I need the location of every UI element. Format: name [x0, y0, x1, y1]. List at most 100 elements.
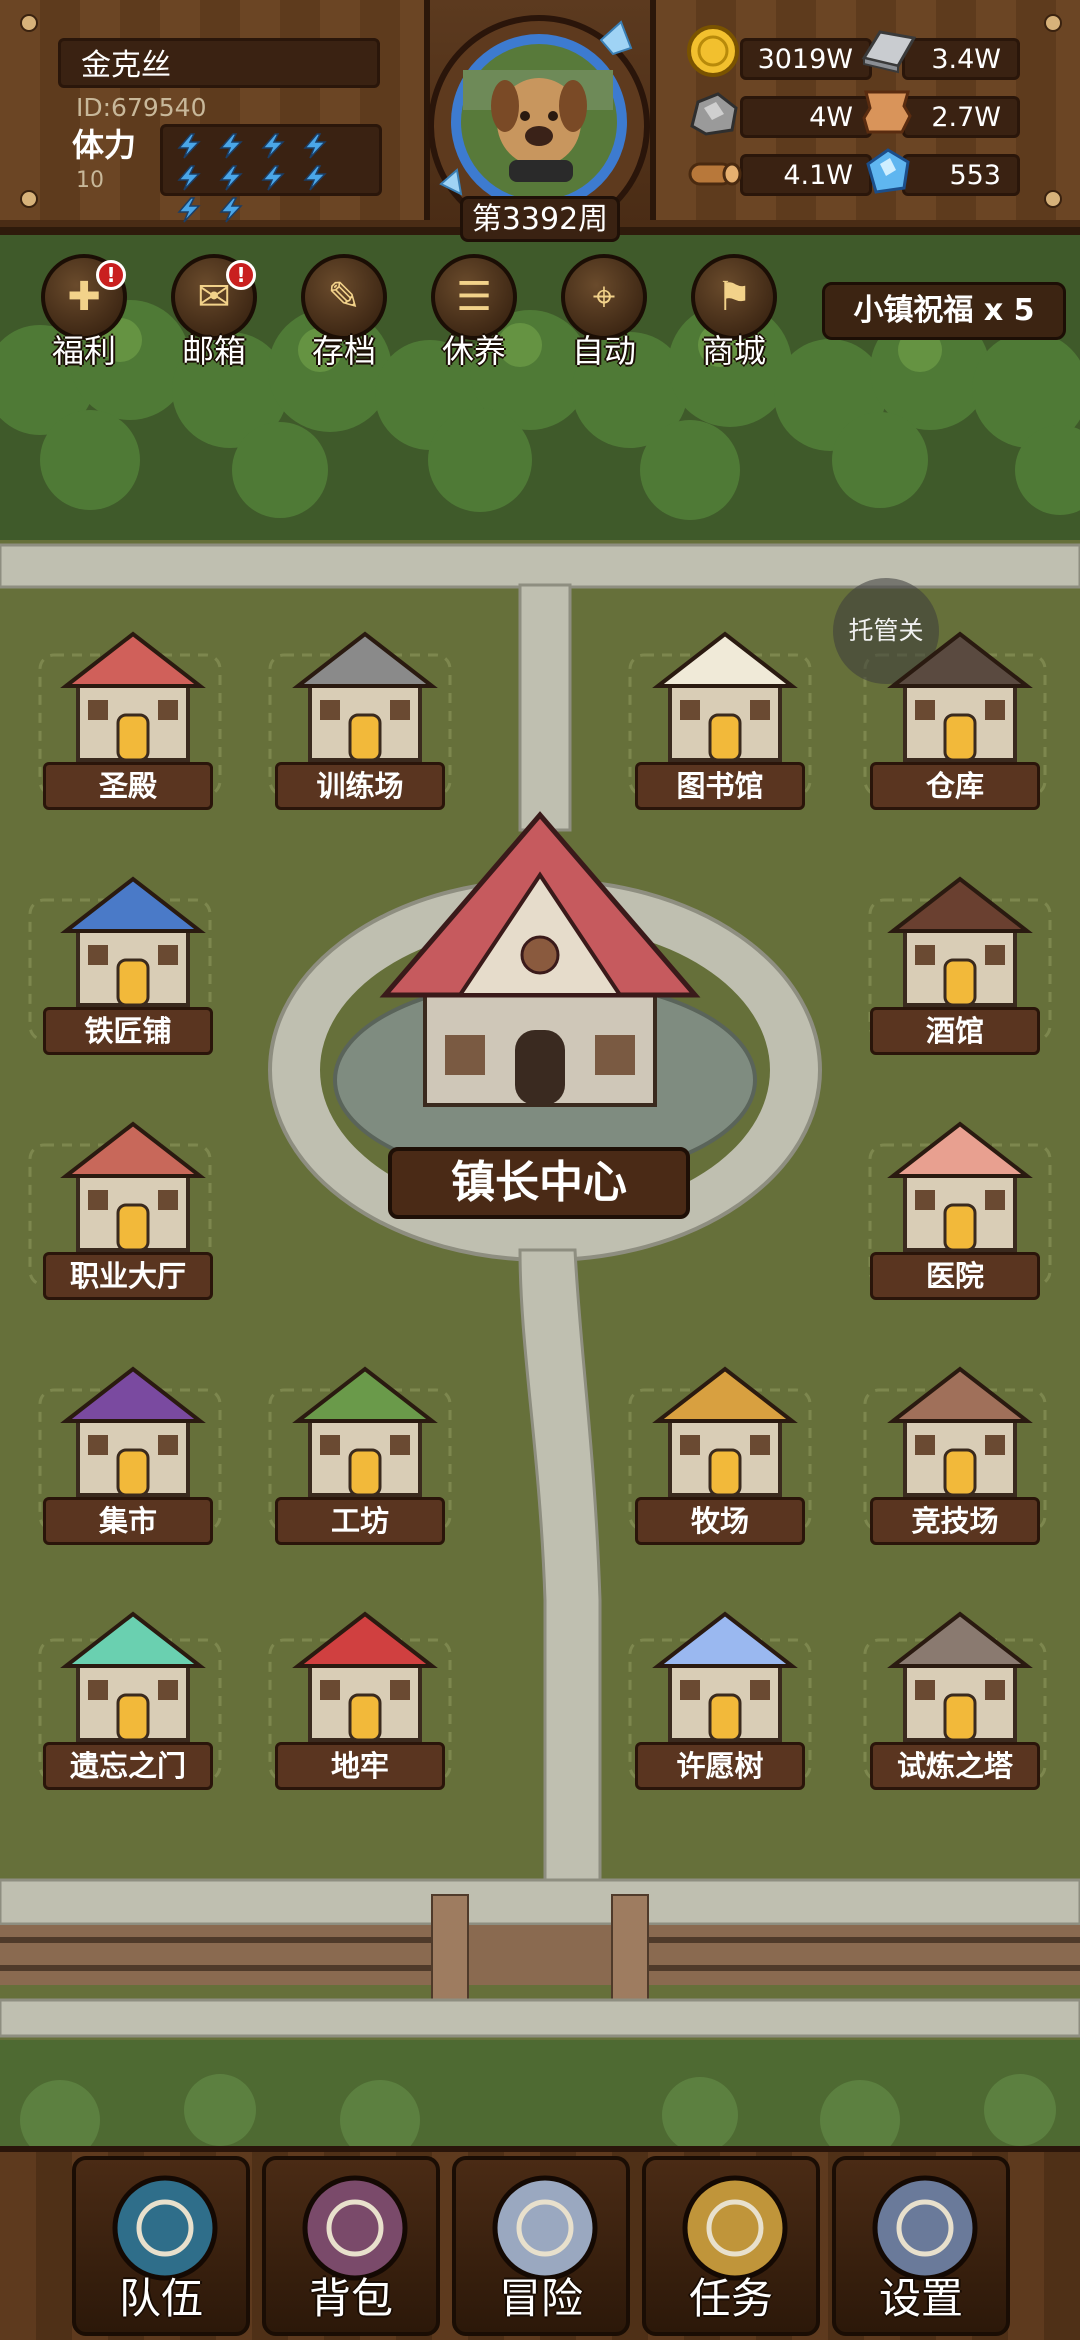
top-button-label: 邮箱 [181, 332, 246, 370]
building-6[interactable]: 职业大厅 [38, 1110, 228, 1300]
resource-wood-value: 4.1W [740, 154, 872, 196]
top-button-label: 休养 [441, 332, 506, 370]
building-label: 遗忘之门 [43, 1742, 213, 1790]
lightning-bolt-icon [213, 195, 249, 225]
building-15[interactable]: 试炼之塔 [865, 1600, 1055, 1790]
notification-badge: ! [96, 260, 126, 290]
player-name[interactable]: 金克丝 [58, 38, 380, 88]
lightning-bolt-icon [297, 163, 333, 193]
lightning-bolt-icon [255, 131, 291, 161]
resource-gold-value: 3019W [740, 38, 872, 80]
nav-0[interactable]: 队伍 [72, 2156, 250, 2336]
building-label: 铁匠铺 [43, 1007, 213, 1055]
warehouse-icon [887, 631, 1033, 762]
building-12[interactable]: 遗忘之门 [38, 1600, 228, 1790]
mayor-center-label[interactable]: 镇长中心 [388, 1147, 690, 1219]
hospital-icon [887, 1121, 1033, 1252]
building-3[interactable]: 仓库 [865, 620, 1055, 810]
building-label: 医院 [870, 1252, 1040, 1300]
ranch-icon [652, 1366, 798, 1497]
lightning-bolt-icon [171, 195, 207, 225]
training-ground-icon [292, 631, 438, 762]
nav-3[interactable]: 任务 [642, 2156, 820, 2336]
wood-log-icon [688, 162, 742, 186]
nav-label: 任务 [688, 2274, 773, 2323]
dungeon-icon [292, 1611, 438, 1742]
nav-label: 设置 [878, 2274, 963, 2323]
blacksmith-icon [60, 876, 206, 1007]
stamina-label: 体力 [72, 126, 137, 164]
nail-decoration [20, 14, 38, 32]
building-label: 职业大厅 [43, 1252, 213, 1300]
building-14[interactable]: 许愿树 [630, 1600, 820, 1790]
town-blessing-button[interactable]: 小镇祝福 x 5 [822, 282, 1066, 340]
notification-badge: ! [226, 260, 256, 290]
building-label: 许愿树 [635, 1742, 805, 1790]
building-label: 圣殿 [43, 762, 213, 810]
top-button-label: 福利 [51, 332, 116, 370]
building-label: 地牢 [275, 1742, 445, 1790]
blue-crystal-icon [866, 148, 910, 194]
top-button-2[interactable]: ✎ 存档 [294, 254, 394, 374]
top-button-label: 存档 [311, 332, 376, 370]
top-button-label: 自动 [571, 332, 636, 370]
building-label: 仓库 [870, 762, 1040, 810]
lightning-bolt-icon [297, 131, 333, 161]
building-0[interactable]: 圣殿 [38, 620, 228, 810]
temple-icon [60, 631, 206, 762]
building-4[interactable]: 铁匠铺 [38, 865, 228, 1055]
building-10[interactable]: 牧场 [630, 1355, 820, 1545]
resource-crystal-value: 553 [902, 154, 1020, 196]
building-2[interactable]: 图书馆 [630, 620, 820, 810]
nav-1[interactable]: 背包 [262, 2156, 440, 2336]
lightning-bolt-icon [213, 131, 249, 161]
top-button-label: 商城 [701, 332, 766, 370]
building-5[interactable]: 酒馆 [865, 865, 1055, 1055]
building-label: 试炼之塔 [870, 1742, 1040, 1790]
lightning-bolt-icon [213, 163, 249, 193]
top-button-3[interactable]: ☰ 休养 [424, 254, 524, 374]
building-label: 集市 [43, 1497, 213, 1545]
resource-stone-value: 4W [740, 96, 872, 138]
iron-ingot-icon [861, 30, 916, 74]
class-hall-icon [60, 1121, 206, 1252]
building-label: 工坊 [275, 1497, 445, 1545]
portal-icon [60, 1611, 206, 1742]
building-7[interactable]: 医院 [865, 1110, 1055, 1300]
building-8[interactable]: 集市 [38, 1355, 228, 1545]
resource-iron-value: 3.4W [902, 38, 1020, 80]
top-button-4[interactable]: ⌖ 自动 [554, 254, 654, 374]
building-9[interactable]: 工坊 [270, 1355, 460, 1545]
top-button-5[interactable]: ⚑ 商城 [684, 254, 784, 374]
mayor-center-building[interactable] [365, 795, 715, 1125]
week-counter: 第3392周 [460, 196, 620, 242]
building-label: 竞技场 [870, 1497, 1040, 1545]
nav-2[interactable]: 冒险 [452, 2156, 630, 2336]
nail-decoration [1044, 190, 1062, 208]
lightning-bolt-icon [255, 163, 291, 193]
market-icon [60, 1366, 206, 1497]
building-13[interactable]: 地牢 [270, 1600, 460, 1790]
nav-label: 冒险 [498, 2274, 583, 2323]
nav-4[interactable]: 设置 [832, 2156, 1010, 2336]
stamina-bolts [160, 124, 382, 223]
lightning-bolt-icon [171, 131, 207, 161]
player-id: ID:679540 [76, 93, 207, 122]
leather-hide-icon [862, 90, 912, 134]
arena-icon [887, 1366, 1033, 1497]
building-label: 牧场 [635, 1497, 805, 1545]
library-icon [652, 631, 798, 762]
building-11[interactable]: 竞技场 [865, 1355, 1055, 1545]
wishing-tree-icon [652, 1611, 798, 1742]
nav-label: 队伍 [118, 2274, 203, 2323]
trial-tower-icon [887, 1611, 1033, 1742]
gold-coin-icon [687, 25, 739, 77]
resource-leather-value: 2.7W [902, 96, 1020, 138]
nail-decoration [20, 190, 38, 208]
workshop-icon [292, 1366, 438, 1497]
building-1[interactable]: 训练场 [270, 620, 460, 810]
lightning-bolt-icon [171, 163, 207, 193]
building-label: 酒馆 [870, 1007, 1040, 1055]
nav-label: 背包 [308, 2274, 393, 2323]
stone-ore-icon [690, 92, 738, 136]
